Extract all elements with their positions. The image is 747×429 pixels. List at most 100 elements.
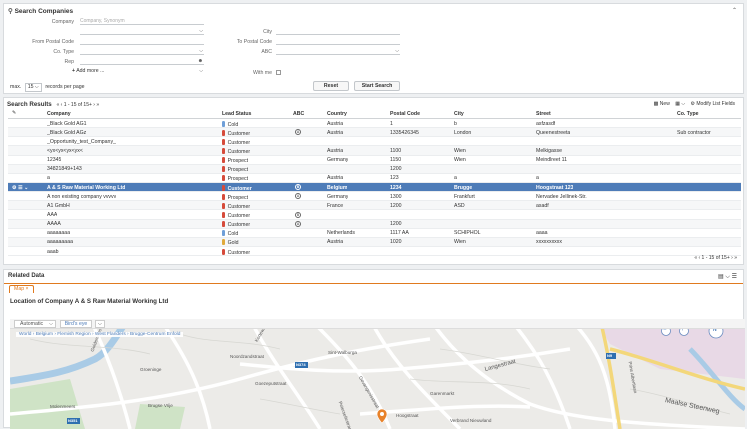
lead-status-icon <box>222 230 225 237</box>
table-row[interactable]: ⚙ ☰ ⌄ A & S Raw Material Working Ltd Custo… <box>8 183 741 193</box>
results-pager-bottom[interactable]: « ‹ 1 - 15 of 15+ › » <box>694 255 737 261</box>
birdseye-button[interactable]: Bird's eye <box>60 320 92 328</box>
table-row[interactable]: aaab Customer <box>8 247 741 257</box>
rep-input[interactable]: ☻ <box>80 58 204 65</box>
tab-map[interactable]: Map × <box>9 285 34 293</box>
city-input[interactable] <box>276 28 400 35</box>
table-row[interactable]: A non existing company vvvvv Prospect Germ… <box>8 192 741 202</box>
collapse-icon[interactable]: ⌃ <box>732 7 737 14</box>
cell-company: a <box>47 175 50 182</box>
cell-lead: Customer <box>222 212 250 219</box>
lead-status-icon <box>222 120 225 127</box>
related-toolbar[interactable]: ▤ ⌵ ☰ <box>718 273 737 281</box>
map-more-button[interactable]: ⌵ <box>95 320 105 328</box>
col-postal[interactable]: Postal Code <box>390 111 420 117</box>
cell-country: Belgium <box>327 184 348 191</box>
cell-lead: Cold <box>222 120 238 128</box>
table-row[interactable]: aaaaaaaaa Gold Austria 1020 Wien xxxxxxxxxx <box>8 237 741 248</box>
folder-icon: ▤ <box>718 274 724 280</box>
lead-status-icon <box>222 221 225 228</box>
lead-status-icon <box>222 212 225 218</box>
table-row[interactable]: _Black Gold AG1 Cold Austria 1 b asfzasdf <box>8 119 741 129</box>
cell-company: A & S Raw Material Working Ltd <box>47 184 126 191</box>
table-row[interactable]: 34821849+143 Prospect 1200 <box>8 164 741 174</box>
map-breadcrumb[interactable]: World › Belgium › Flemish Region › West … <box>16 332 184 337</box>
abc-select[interactable]: ⌵ <box>276 48 400 55</box>
col-lead[interactable]: Lead Status <box>222 111 251 117</box>
cell-country: Austria <box>327 175 344 182</box>
cell-country: France <box>327 202 344 209</box>
col-cotype[interactable]: Co. Type <box>677 111 699 117</box>
lead-status-icon <box>222 138 225 145</box>
cell-postal: 1335426345 <box>390 129 419 136</box>
cell-postal: 1200 <box>390 166 402 173</box>
cell-postal: 1117 AA <box>390 230 409 237</box>
col-abc[interactable]: ABC <box>293 111 304 117</box>
table-row[interactable]: A1 GmbH Customer France 1200 ASD asadf <box>8 201 741 211</box>
results-pager[interactable]: « ‹ 1 - 15 of 15+ › » <box>56 102 99 108</box>
cell-street: asfzasdf <box>536 120 556 127</box>
reset-button[interactable]: Reset <box>313 81 349 91</box>
company-input[interactable]: Company, Synonym <box>80 18 204 25</box>
add-more-select[interactable]: ⌵ <box>80 68 204 75</box>
abc-badge: B <box>295 184 301 191</box>
map[interactable]: − + N Kortewinkel Sint-Walburga Langestraa… <box>10 319 745 429</box>
table-row[interactable]: _Black Gold AGz Customer Austria 1335426345… <box>8 128 741 138</box>
cell-postal: 1020 <box>390 239 402 246</box>
cell-lead: Customer <box>222 129 250 137</box>
cell-lead: Cold <box>222 230 238 237</box>
cell-street: Meindlreet 11 <box>536 157 568 164</box>
max-records-select[interactable]: 15 ⌵ <box>24 83 42 92</box>
results-title: Search Results « ‹ 1 - 15 of 15+ › » <box>7 101 100 108</box>
cell-postal: 1234 <box>390 184 402 191</box>
cell-lead: Prospect <box>222 157 248 164</box>
modify-list-fields-button[interactable]: ⚙ Modify List Fields <box>691 101 736 107</box>
table-row[interactable]: a Prospect Austria 123 a a <box>8 174 741 183</box>
cell-lead: Prospect <box>222 166 248 173</box>
cell-city: SCHIPHOL <box>454 230 481 237</box>
cell-country: Austria <box>327 129 344 136</box>
lead-status-icon <box>222 239 225 246</box>
table-row[interactable]: AAAA Customer 1200 A <box>8 219 741 229</box>
to-postal-input[interactable] <box>276 38 400 45</box>
col-street[interactable]: Street <box>536 111 551 117</box>
rep-label: Rep <box>64 59 74 65</box>
new-button[interactable]: ▩ New <box>654 101 670 107</box>
cell-country: Austria <box>327 239 344 246</box>
company-label: Company <box>51 19 74 25</box>
edit-icon[interactable]: ✎ <box>12 110 16 116</box>
cotype-select[interactable]: ⌵ <box>80 48 204 55</box>
to-postal-label: To Postal Code <box>236 39 272 45</box>
table-row[interactable]: _Opportunity_test_Company_ Customer <box>8 137 741 147</box>
cell-country: Austria <box>327 120 344 127</box>
map-mode-select[interactable]: Automatic ⌵ <box>14 320 56 328</box>
map-street-label: Brugse Vrije <box>148 403 173 408</box>
map-street-label: Noordzandstraat <box>230 354 264 359</box>
row-actions-icon[interactable]: ⚙ ☰ ⌄ <box>12 185 29 191</box>
table-row[interactable]: aaaaaaaa Cold Netherlands 1117 AA SCHIPHOL aa… <box>8 229 741 238</box>
cell-company: A1 GmbH <box>47 202 70 209</box>
cell-country: Germany <box>327 193 349 200</box>
map-toolbar <box>10 319 745 329</box>
cell-company: AAA <box>47 212 58 218</box>
lead-status-icon <box>222 157 225 164</box>
view-icon[interactable]: ▦ ⌵ <box>675 101 685 107</box>
cell-country: Netherlands <box>327 230 355 237</box>
map-street-label: Molenmeers <box>50 404 76 409</box>
with-me-checkbox[interactable] <box>276 70 281 75</box>
road-shield-label: N9 <box>607 352 613 358</box>
col-city[interactable]: City <box>454 111 464 117</box>
company-extra-select[interactable]: ⌵ <box>80 28 204 35</box>
table-row[interactable]: <yx<yx<yx<yx< Customer Austria 1100 Wien Melk… <box>8 146 741 156</box>
start-search-button[interactable]: Start Search <box>354 81 400 91</box>
col-company[interactable]: Company <box>47 111 71 117</box>
lead-status-icon <box>222 202 225 209</box>
table-row[interactable]: AAA Customer B <box>8 211 741 220</box>
cell-company: aaaaaaaa <box>47 230 71 237</box>
city-label: City <box>263 29 272 35</box>
map-street-label: Groeninge <box>140 367 162 372</box>
from-postal-input[interactable] <box>80 38 204 45</box>
cell-company: 12345 <box>47 157 62 164</box>
table-row[interactable]: 12345 Prospect Germany 1150 Wien Meindlreet 1… <box>8 156 741 165</box>
col-country[interactable]: Country <box>327 111 347 117</box>
